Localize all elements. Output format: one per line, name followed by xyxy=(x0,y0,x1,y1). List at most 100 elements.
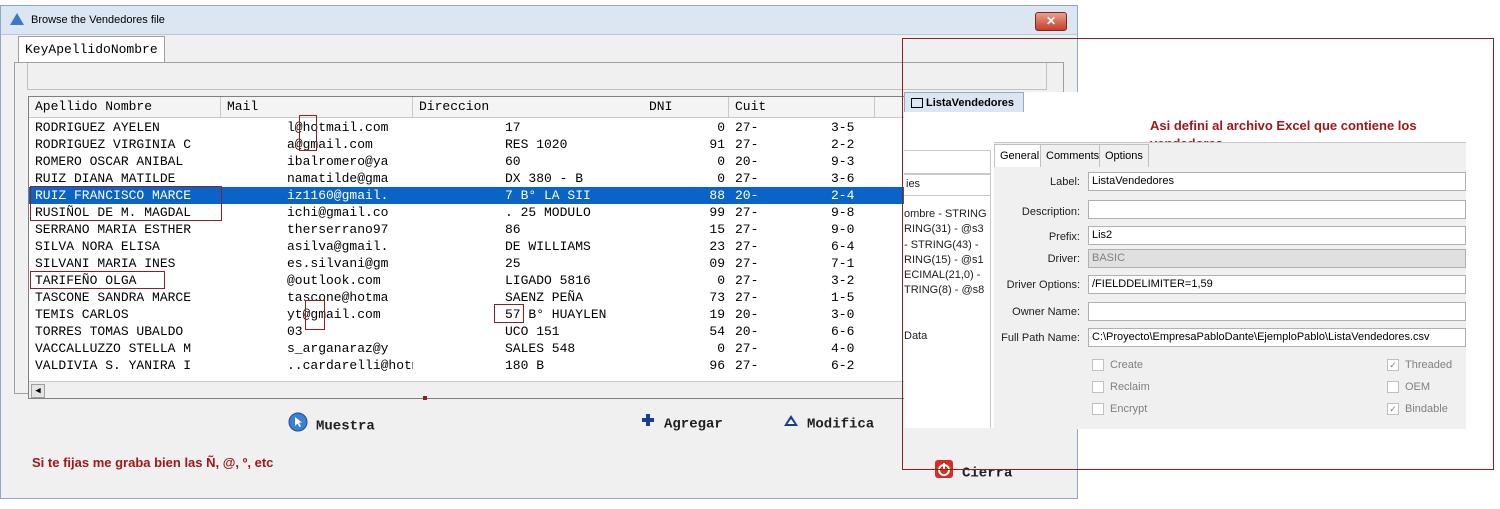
table-row[interactable]: RODRIGUEZ VIRGINIA C a@gmail.com RES 1020 9… xyxy=(29,136,905,153)
table-cell: . 25 MODULO xyxy=(505,205,591,220)
agregar-label: Agregar xyxy=(664,416,723,433)
table-cell: s_arganaraz@y xyxy=(287,341,389,356)
inner-frame xyxy=(27,63,1047,90)
table-row[interactable]: VALDIVIA S. YANIRA I ..cardarelli@hotmail… xyxy=(29,357,905,374)
table-cell: 91 xyxy=(709,137,725,152)
table-cell: 2-4 xyxy=(831,188,855,203)
table-cell: 20- xyxy=(735,324,759,339)
muestra-button[interactable]: Muestra xyxy=(288,412,375,435)
grid-header: Apellido Nombre Mail Direccion DNI Cuit xyxy=(29,97,905,118)
table-cell: 9-8 xyxy=(831,205,855,220)
table-cell: DX 380 - B xyxy=(505,171,584,186)
table-cell: 1-5 xyxy=(831,290,855,305)
table-cell: 96 xyxy=(709,358,725,373)
table-cell: 99 xyxy=(709,205,725,220)
table-cell: RUIZ DIANA MATILDE xyxy=(35,171,176,186)
table-cell: DE WILLIAMS xyxy=(505,239,591,254)
highlight-box-selected xyxy=(30,186,222,221)
highlight-box-tarifeno xyxy=(30,271,165,289)
table-cell: 0 xyxy=(717,120,725,135)
table-cell: asilva@gmail. xyxy=(287,239,389,254)
table-cell: 27- xyxy=(735,273,759,288)
table-cell: 25 xyxy=(505,256,521,271)
vendedores-grid[interactable]: Apellido Nombre Mail Direccion DNI Cuit … xyxy=(28,96,906,399)
table-row[interactable]: SILVA NORA ELISA asilva@gmail. DE WILLIAMS… xyxy=(29,238,905,255)
plus-icon xyxy=(640,412,656,436)
close-button[interactable]: ✕ xyxy=(1035,12,1067,31)
table-row[interactable]: ROMERO OSCAR ANIBAL ibalromero@ya 60 0 20- 9-… xyxy=(29,153,905,170)
table-cell: 180 B xyxy=(505,358,545,373)
triangle-icon xyxy=(783,412,799,436)
highlight-box-at2 xyxy=(305,300,325,330)
column-header-cuit[interactable]: Cuit xyxy=(729,97,875,117)
table-cell: ..cardarelli@hotmail. xyxy=(287,358,413,373)
table-cell: 15 xyxy=(709,222,725,237)
table-row[interactable]: TORRES TOMAS UBALDO 03 UCO 151 54 20- 6-6 xyxy=(29,323,905,340)
table-cell: 9-0 xyxy=(831,222,855,237)
table-cell: l@hotmail.com xyxy=(287,120,389,135)
table-cell: 27- xyxy=(735,256,759,271)
table-cell: 54 xyxy=(709,324,725,339)
table-cell: 20- xyxy=(735,188,759,203)
table-cell: 17 xyxy=(505,120,521,135)
table-cell: 27- xyxy=(735,171,759,186)
scroll-left-icon[interactable]: ◀ xyxy=(31,384,45,398)
table-cell: 0 xyxy=(717,171,725,186)
column-header-mail[interactable]: Mail xyxy=(221,97,413,117)
table-cell: 3-0 xyxy=(831,307,855,322)
table-row[interactable]: VACCALLUZZO STELLA M s_arganaraz@y SALES 5… xyxy=(29,340,905,357)
app-icon xyxy=(10,13,24,25)
table-cell: SILVANI MARIA INES xyxy=(35,256,176,271)
table-cell: 09 xyxy=(709,256,725,271)
cursor-icon xyxy=(288,412,308,440)
table-cell: 88 xyxy=(709,188,725,203)
table-cell: TORRES TOMAS UBALDO xyxy=(35,324,184,339)
table-row[interactable]: SERRANO MARIA ESTHER therserrano97 86 15 27-… xyxy=(29,221,905,238)
table-cell: 6-4 xyxy=(831,239,855,254)
table-cell: LIGADO 5816 xyxy=(505,273,591,288)
table-cell: 23 xyxy=(709,239,725,254)
table-cell: 27- xyxy=(735,239,759,254)
horizontal-scrollbar[interactable]: ◀ xyxy=(29,381,905,398)
table-cell: 60 xyxy=(505,154,521,169)
table-row[interactable]: TEMIS CARLOS yt@gmail.com 57 B° HUAYLEN 19 2… xyxy=(29,306,905,323)
table-cell: 27- xyxy=(735,341,759,356)
table-row[interactable]: RUIZ DIANA MATILDE namatilde@gma DX 380 - … xyxy=(29,170,905,187)
table-row[interactable]: TASCONE SANDRA MARCE tascone@hotma SAENZ P… xyxy=(29,289,905,306)
table-cell: 73 xyxy=(709,290,725,305)
table-cell: 9-3 xyxy=(831,154,855,169)
highlight-box-degree xyxy=(494,304,524,323)
annotation-left: Si te fijas me graba bien las Ñ, @, º, e… xyxy=(32,455,274,470)
modifica-button[interactable]: Modifica xyxy=(783,412,874,434)
table-cell: 27- xyxy=(735,120,759,135)
table-row[interactable]: RODRIGUEZ AYELEN l@hotmail.com 17 0 27- 3-5 xyxy=(29,119,905,136)
table-cell: 86 xyxy=(505,222,521,237)
table-row[interactable]: SILVANI MARIA INES es.silvani@gm 25 09 27- 7-… xyxy=(29,255,905,272)
highlight-box-at xyxy=(299,115,317,151)
table-cell: RODRIGUEZ VIRGINIA C xyxy=(35,137,192,152)
table-cell: 0 xyxy=(717,154,725,169)
table-cell: 27- xyxy=(735,222,759,237)
modifica-label: Modifica xyxy=(807,416,875,433)
table-cell: 0 xyxy=(717,341,725,356)
table-cell: 19 xyxy=(709,307,725,322)
table-cell: 6-6 xyxy=(831,324,855,339)
table-cell: es.silvani@gm xyxy=(287,256,389,271)
table-cell: ichi@gmail.co xyxy=(287,205,389,220)
agregar-button[interactable]: Agregar xyxy=(640,412,723,434)
column-header-dni[interactable]: DNI xyxy=(539,97,729,117)
column-header-apellido[interactable]: Apellido Nombre xyxy=(29,97,221,117)
table-cell: VALDIVIA S. YANIRA I xyxy=(35,358,192,373)
table-cell: TASCONE SANDRA MARCE xyxy=(35,290,192,305)
table-cell: namatilde@gma xyxy=(287,171,389,186)
table-cell: 27- xyxy=(735,205,759,220)
tab-key-apellido-nombre[interactable]: KeyApellidoNombre xyxy=(18,36,165,63)
table-cell: SALES 548 xyxy=(505,341,576,356)
table-cell: 7 B° LA SII xyxy=(505,188,591,203)
window-title: Browse the Vendedores file xyxy=(31,14,165,26)
table-cell: 4-0 xyxy=(831,341,855,356)
table-cell: RES 1020 xyxy=(505,137,568,152)
table-cell: UCO 151 xyxy=(505,324,560,339)
table-cell: iz1160@gmail. xyxy=(287,188,389,203)
title-bar: Browse the Vendedores file ✕ xyxy=(1,6,1077,35)
